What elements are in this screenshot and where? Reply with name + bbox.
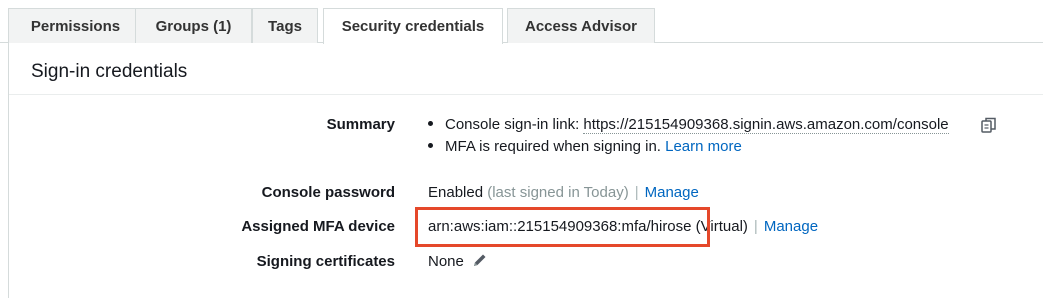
signing-certificates-value: None xyxy=(428,253,488,270)
tab-permissions[interactable]: Permissions xyxy=(8,8,143,43)
tab-groups[interactable]: Groups (1) xyxy=(135,8,252,43)
tab-tags[interactable]: Tags xyxy=(252,8,318,43)
learn-more-link[interactable]: Learn more xyxy=(665,138,742,155)
bullet-icon xyxy=(428,120,433,126)
mfa-device-value: arn:aws:iam::215154909368:mfa/hirose (Vi… xyxy=(428,218,818,235)
summary-label: Summary xyxy=(326,116,395,133)
console-link-prefix: Console sign-in link: xyxy=(445,116,584,133)
pencil-icon[interactable] xyxy=(472,252,488,268)
section-divider xyxy=(9,94,1043,95)
mfa-device-type: (Virtual) xyxy=(695,218,748,235)
manage-mfa-link[interactable]: Manage xyxy=(764,218,818,235)
section-title: Sign-in credentials xyxy=(31,61,188,82)
copy-icon[interactable] xyxy=(980,116,998,134)
console-link-url[interactable]: https://215154909368.signin.aws.amazon.c… xyxy=(583,116,949,134)
manage-password-link[interactable]: Manage xyxy=(645,184,699,201)
mfa-required-text: MFA is required when signing in. xyxy=(445,138,666,155)
separator: | xyxy=(634,184,639,201)
tab-bar: Permissions Groups (1) Tags Security cre… xyxy=(0,0,1043,44)
tab-security-credentials[interactable]: Security credentials xyxy=(323,8,503,44)
last-signed-text: (last signed in Today) xyxy=(487,184,629,201)
console-password-status: Enabled xyxy=(428,184,484,201)
separator: | xyxy=(753,218,758,235)
mfa-device-arn: arn:aws:iam::215154909368:mfa/hirose xyxy=(428,218,692,235)
bullet-icon xyxy=(428,142,433,148)
tab-access-advisor[interactable]: Access Advisor xyxy=(507,8,655,43)
console-password-label: Console password xyxy=(261,184,395,201)
signing-certificates-text: None xyxy=(428,253,464,270)
mfa-required-row: MFA is required when signing in. Learn m… xyxy=(428,138,742,155)
mfa-device-label: Assigned MFA device xyxy=(241,218,395,235)
console-password-value: Enabled (last signed in Today) | Manage xyxy=(428,184,699,201)
console-link-row: Console sign-in link: https://2151549093… xyxy=(428,116,949,134)
signing-certificates-label: Signing certificates xyxy=(256,253,395,270)
